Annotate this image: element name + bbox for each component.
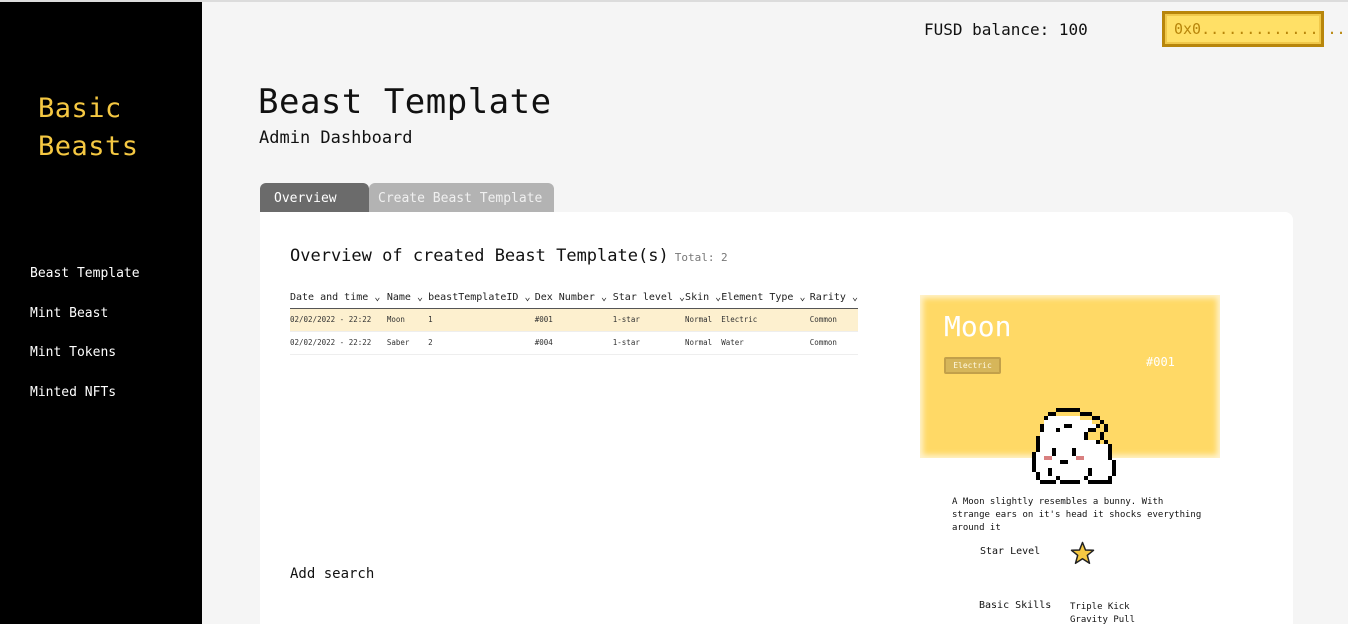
cell-template-id: 1 <box>428 308 535 332</box>
sidebar-item-mint-tokens[interactable]: Mint Tokens <box>30 343 140 383</box>
column-header-label: Element Type <box>721 292 794 304</box>
overview-total: Total: 2 <box>674 251 728 264</box>
cell-star-level: 1-star <box>612 308 686 332</box>
logo-line-2: Beasts <box>38 131 139 162</box>
skill-list: Triple Kick Gravity Pull <box>1070 601 1135 624</box>
cell-template-id: 2 <box>428 331 535 355</box>
column-header-label: Date and time <box>290 292 369 304</box>
column-header-label: Rarity <box>809 292 846 304</box>
cell-dex-number: #001 <box>534 308 613 332</box>
star-level-label: Star Level <box>980 546 1041 557</box>
top-border <box>0 0 1348 2</box>
column-header-element-type[interactable]: Element Type ⌄ <box>721 288 810 309</box>
chevron-down-icon: ⌄ <box>524 292 531 304</box>
overview-title: Overview of created Beast Template(s) <box>290 246 669 266</box>
basic-skills-label: Basic Skills <box>979 600 1052 611</box>
table-row[interactable]: 02/02/2022 - 22:22 Saber 2 #004 1-star N… <box>290 331 858 355</box>
fusd-balance: FUSD balance: 100 <box>924 20 1088 39</box>
cell-name: Moon <box>386 308 429 332</box>
chevron-down-icon: ⌄ <box>374 292 381 304</box>
cell-date: 02/02/2022 - 22:22 <box>290 308 387 332</box>
add-search-button[interactable]: Add search <box>290 566 374 582</box>
tab-overview[interactable]: Overview <box>260 183 369 213</box>
skill-item: Gravity Pull <box>1070 615 1136 624</box>
sidebar-item-mint-beast[interactable]: Mint Beast <box>30 304 140 344</box>
column-header-rarity[interactable]: Rarity ⌄ <box>809 288 858 309</box>
column-header-date[interactable]: Date and time ⌄ <box>290 288 387 309</box>
logo-line-1: Basic <box>38 93 122 124</box>
column-header-dex-number[interactable]: Dex Number ⌄ <box>534 288 613 309</box>
column-header-label: Dex Number <box>534 292 595 304</box>
column-header-star-level[interactable]: Star level ⌄ <box>612 288 686 309</box>
column-header-name[interactable]: Name ⌄ <box>386 288 429 309</box>
column-header-template-id[interactable]: beastTemplateID ⌄ <box>428 288 535 309</box>
column-header-label: Skin <box>685 292 710 304</box>
sidebar: Basic Beasts Beast Template Mint Beast M… <box>0 2 202 624</box>
beast-description: A Moon slightly resembles a bunny. With … <box>952 497 1202 533</box>
chevron-down-icon: ⌄ <box>799 292 806 304</box>
chevron-down-icon: ⌄ <box>416 292 423 304</box>
column-header-label: beastTemplateID <box>428 292 519 304</box>
cell-star-level: 1-star <box>612 331 686 355</box>
wallet-address-button[interactable]: 0x0.....................e <box>1162 11 1348 47</box>
beast-template-table: Date and time ⌄ Name ⌄ beastTemplateID ⌄… <box>290 288 858 355</box>
beast-name: Moon <box>944 310 1012 343</box>
beast-sprite-image <box>1032 408 1116 484</box>
cell-rarity: Common <box>809 308 858 332</box>
tab-create-beast-template[interactable]: Create Beast Template <box>369 183 554 213</box>
column-header-label: Name <box>386 292 411 304</box>
beast-element-badge: Electric <box>944 357 1001 374</box>
table-header-row: Date and time ⌄ Name ⌄ beastTemplateID ⌄… <box>290 288 858 309</box>
column-header-skin[interactable]: Skin ⌄ <box>685 288 722 309</box>
page-subtitle: Admin Dashboard <box>259 128 413 148</box>
cell-dex-number: #004 <box>534 331 613 355</box>
app-logo[interactable]: Basic Beasts <box>38 90 139 166</box>
cell-date: 02/02/2022 - 22:22 <box>290 331 387 355</box>
skill-item: Triple Kick <box>1070 602 1130 612</box>
cell-name: Saber <box>386 331 429 355</box>
beast-dex-number: #001 <box>1146 355 1175 369</box>
sidebar-item-beast-template[interactable]: Beast Template <box>30 264 140 304</box>
cell-element-type: Electric <box>721 308 810 332</box>
star-icon <box>1070 541 1095 565</box>
cell-element-type: Water <box>721 331 810 355</box>
page-title: Beast Template <box>258 82 552 122</box>
sidebar-nav: Beast Template Mint Beast Mint Tokens Mi… <box>30 264 140 422</box>
cell-skin: Normal <box>685 331 722 355</box>
chevron-down-icon: ⌄ <box>851 292 858 304</box>
cell-skin: Normal <box>685 308 722 332</box>
table-row[interactable]: 02/02/2022 - 22:22 Moon 1 #001 1-star No… <box>290 308 858 332</box>
cell-rarity: Common <box>809 331 858 355</box>
chevron-down-icon: ⌄ <box>600 292 607 304</box>
overview-heading: Overview of created Beast Template(s) Tot… <box>290 246 728 266</box>
column-header-label: Star level <box>612 292 673 304</box>
sidebar-item-minted-nfts[interactable]: Minted NFTs <box>30 383 140 423</box>
